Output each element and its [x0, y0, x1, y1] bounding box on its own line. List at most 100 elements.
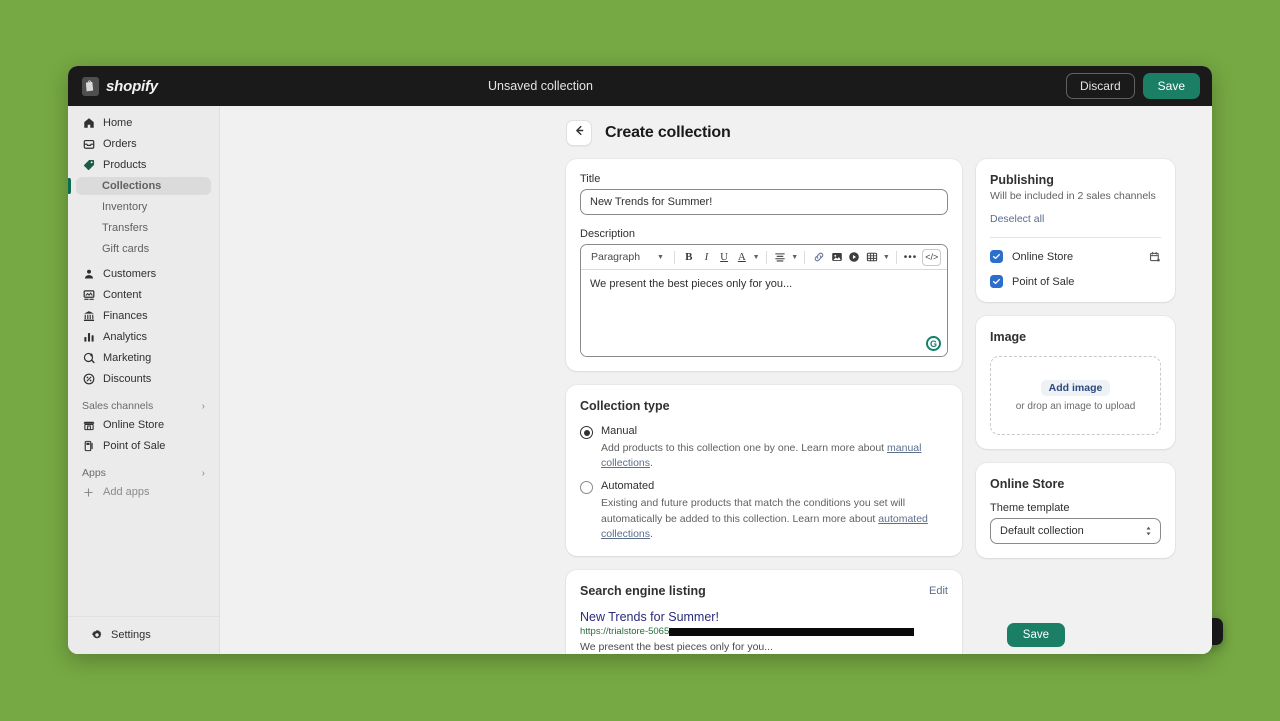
italic-button[interactable]: I [699, 249, 715, 266]
toolbar-divider [765, 250, 767, 264]
products-tag-icon [82, 159, 95, 172]
bold-button[interactable]: B [681, 249, 697, 266]
sidebar-footer: Settings [68, 616, 219, 654]
back-button[interactable] [566, 120, 592, 146]
form-columns: Title Description Paragraph ▼ B [220, 146, 1212, 654]
deselect-all-link[interactable]: Deselect all [990, 213, 1044, 225]
radio-manual-label: Manual [601, 425, 638, 437]
shopify-bag-icon [82, 76, 99, 96]
image-card: Image Add image or drop an image to uplo… [976, 316, 1175, 449]
main-content: Create collection Title Description Para… [220, 106, 1212, 654]
calendar-icon[interactable] [1149, 251, 1161, 263]
channel-row-online-store[interactable]: Online Store [990, 250, 1161, 263]
chevron-right-icon: › [201, 400, 205, 412]
sidebar-item-gift-cards[interactable]: Gift cards [76, 240, 211, 258]
radio-automated[interactable] [580, 481, 593, 495]
more-options-button[interactable]: ••• [903, 249, 919, 266]
theme-template-value: Default collection [1000, 525, 1084, 537]
sidebar-item-transfers[interactable]: Transfers [76, 219, 211, 237]
text-color-button[interactable]: A [734, 249, 750, 266]
sidebar-item-online-store[interactable]: Online Store [76, 416, 211, 434]
store-icon [82, 419, 95, 432]
collection-type-card: Collection type Manual Add products to t… [566, 385, 962, 557]
sidebar-item-products[interactable]: Products [76, 156, 211, 174]
marketing-megaphone-icon [82, 352, 95, 365]
sidebar-item-discounts[interactable]: Discounts [76, 370, 211, 388]
sidebar-item-label: Settings [111, 629, 151, 641]
pos-icon [82, 440, 95, 453]
divider [990, 237, 1161, 238]
sidebar-section-apps[interactable]: Apps › [82, 467, 205, 479]
window-body: Home Orders Products Collections Invento… [68, 106, 1212, 654]
sidebar-item-inventory[interactable]: Inventory [76, 198, 211, 216]
seo-edit-button[interactable]: Edit [929, 585, 948, 597]
code-view-button[interactable]: </> [922, 248, 941, 266]
description-textarea[interactable]: We present the best pieces only for you.… [581, 270, 947, 356]
title-input[interactable] [580, 189, 948, 215]
help-text-suffix: . [650, 527, 653, 540]
sidebar-item-point-of-sale[interactable]: Point of Sale [76, 437, 211, 455]
checkbox-point-of-sale[interactable] [990, 275, 1003, 288]
collection-type-option-automated[interactable]: Automated [580, 480, 948, 495]
chevron-down-icon[interactable]: ▼ [883, 254, 890, 261]
sidebar-item-finances[interactable]: Finances [76, 307, 211, 325]
underline-button[interactable]: U [716, 249, 732, 266]
home-icon [82, 117, 95, 130]
save-button-bottom[interactable]: Save [1006, 623, 1065, 647]
sidebar-item-content[interactable]: Content [76, 286, 211, 304]
sidebar-item-collections[interactable]: Collections [68, 177, 211, 195]
paragraph-style-value: Paragraph [591, 251, 641, 263]
discounts-icon [82, 373, 95, 386]
radio-manual[interactable] [580, 426, 593, 439]
chevron-down-icon[interactable]: ▼ [753, 254, 760, 261]
sidebar-item-orders[interactable]: Orders [76, 135, 211, 153]
link-icon[interactable] [811, 249, 827, 266]
description-text: We present the best pieces only for you.… [590, 278, 793, 290]
video-icon[interactable] [846, 249, 862, 266]
theme-template-label: Theme template [990, 502, 1070, 514]
sidebar-item-label: Gift cards [102, 243, 150, 255]
publishing-card: Publishing Will be included in 2 sales c… [976, 159, 1175, 302]
online-store-card-title: Online Store [990, 477, 1065, 491]
discard-button[interactable]: Discard [1065, 73, 1135, 99]
radio-automated-help: Existing and future products that match … [601, 496, 948, 542]
channel-row-point-of-sale[interactable]: Point of Sale [990, 275, 1161, 288]
image-icon[interactable] [829, 249, 845, 266]
sidebar-item-settings[interactable]: Settings [84, 626, 203, 644]
collection-type-title: Collection type [580, 399, 670, 413]
save-button-top[interactable]: Save [1142, 73, 1200, 99]
sidebar-item-label: Point of Sale [103, 440, 166, 452]
table-icon[interactable] [864, 249, 880, 266]
sidebar-item-add-apps[interactable]: Add apps [76, 483, 211, 501]
page-title: Create collection [605, 124, 731, 141]
bottom-action-bar: Save [220, 616, 1212, 654]
radio-manual-help: Add products to this collection one by o… [601, 441, 948, 471]
shopify-admin-window: shopify Unsaved collection Discard Save … [68, 66, 1212, 654]
back-arrow-icon [573, 124, 586, 142]
sidebar-item-home[interactable]: Home [76, 114, 211, 132]
publishing-title: Publishing [990, 173, 1054, 187]
paragraph-style-select[interactable]: Paragraph ▼ [587, 250, 668, 264]
collection-type-option-manual[interactable]: Manual [580, 425, 948, 439]
align-button[interactable] [773, 249, 789, 266]
sidebar-item-analytics[interactable]: Analytics [76, 328, 211, 346]
sidebar-item-label: Discounts [103, 373, 152, 385]
page-header: Create collection [220, 106, 1212, 146]
help-text-suffix: . [650, 457, 653, 470]
add-image-button[interactable]: Add image [1040, 379, 1111, 396]
checkbox-online-store[interactable] [990, 250, 1003, 263]
sidebar-item-customers[interactable]: Customers [76, 265, 211, 283]
image-dropzone[interactable]: Add image or drop an image to upload [990, 356, 1161, 435]
sidebar-item-label: Finances [103, 310, 148, 322]
toolbar-divider [673, 250, 675, 264]
theme-template-select[interactable]: Default collection [990, 518, 1161, 544]
sidebar-item-marketing[interactable]: Marketing [76, 349, 211, 367]
sidebar-section-sales-channels[interactable]: Sales channels › [82, 400, 205, 412]
shopify-logo[interactable]: shopify [82, 76, 220, 96]
sidebar-item-label: Analytics [103, 331, 148, 343]
title-description-card: Title Description Paragraph ▼ B [566, 159, 962, 371]
help-text: Add products to this collection one by o… [601, 442, 888, 454]
grammarly-icon[interactable]: G [926, 336, 941, 351]
chevron-down-icon[interactable]: ▼ [791, 254, 798, 261]
sidebar-item-label: Customers [103, 268, 157, 280]
